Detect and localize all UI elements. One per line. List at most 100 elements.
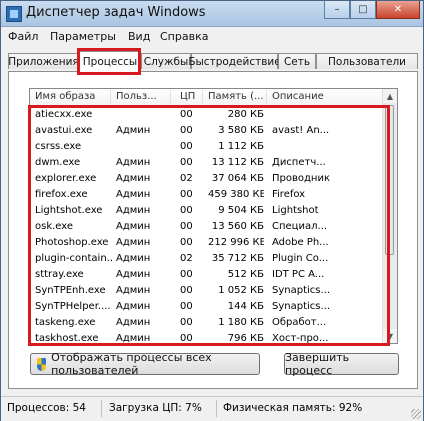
tab-processes[interactable]: Процессы [79, 51, 141, 72]
table-row[interactable]: Photoshop.exe Админ 00 212 996 КБ Adobe Ph..… [30, 235, 385, 251]
menu-help[interactable]: Справка [160, 30, 208, 43]
cell-description: Plugin Co... [272, 253, 329, 264]
cell-cpu: 00 [180, 221, 193, 232]
status-bar: Процессов: 54 Загрузка ЦП: 7% Физическая… [1, 396, 423, 421]
menu-bar: Файл Параметры Вид Справка [1, 27, 423, 47]
cell-description: IDT PC A... [272, 269, 325, 280]
cell-cpu: 02 [180, 253, 193, 264]
cell-description: Synaptics... [272, 285, 331, 296]
table-row[interactable]: csrss.exe 00 1 112 КБ [30, 139, 385, 155]
table-row[interactable]: dwm.exe Админ 00 13 112 КБ Диспетч... [30, 155, 385, 171]
scroll-down-icon[interactable]: ▼ [383, 329, 397, 343]
cell-memory: 35 712 КБ [211, 253, 264, 264]
menu-file[interactable]: Файл [8, 30, 38, 43]
window-controls: – □ ✕ [324, 1, 420, 20]
table-row[interactable]: taskeng.exe Админ 00 1 180 КБ Обработ... [30, 315, 385, 331]
cell-image-name: SynTPEnh.exe [35, 285, 106, 296]
end-process-button[interactable]: Завершить процесс [284, 351, 399, 377]
title-bar[interactable]: Диспетчер задач Windows – □ ✕ [1, 1, 423, 27]
resize-grip-icon[interactable] [411, 409, 421, 419]
table-row[interactable]: atiecxx.exe 00 280 КБ [30, 107, 385, 123]
table-row[interactable]: firefox.exe Админ 00 459 380 КБ Firefox [30, 187, 385, 203]
cell-user: Админ [116, 333, 151, 344]
cell-cpu: 02 [180, 173, 193, 184]
tab-performance[interactable]: Быстродействие [188, 53, 281, 69]
task-manager-icon [6, 6, 22, 22]
minimize-button[interactable]: – [324, 1, 350, 19]
cell-image-name: Lightshot.exe [35, 205, 103, 216]
menu-view[interactable]: Вид [128, 30, 150, 43]
table-row[interactable]: explorer.exe Админ 02 37 064 КБ Проводник [30, 171, 385, 187]
cell-memory: 512 КБ [227, 269, 264, 280]
cell-memory: 13 560 КБ [211, 221, 264, 232]
cell-description: Диспетч... [272, 157, 326, 168]
cell-user: Админ [116, 221, 151, 232]
cell-image-name: osk.exe [35, 221, 74, 232]
process-list: Имя образа Польз... ЦП Память (... Описа… [29, 88, 398, 344]
cell-user: Админ [116, 237, 151, 248]
table-row[interactable]: SynTPEnh.exe Админ 00 1 052 КБ Synaptics... [30, 283, 385, 299]
cell-cpu: 00 [180, 205, 193, 216]
cell-user: Админ [116, 205, 151, 216]
cell-image-name: Photoshop.exe [35, 237, 109, 248]
table-row[interactable]: taskhost.exe Админ 00 796 КБ Хост-про... [30, 331, 385, 344]
cell-memory: 9 504 КБ [218, 205, 264, 216]
table-row[interactable]: SynTPHelper.... Админ 00 144 КБ Synaptics... [30, 299, 385, 315]
scrollbar-thumb[interactable] [385, 105, 394, 255]
cell-description: Специал... [272, 221, 328, 232]
cell-user: Админ [116, 173, 151, 184]
cell-image-name: plugin-contain... [35, 253, 113, 264]
table-row[interactable]: Lightshot.exe Админ 00 9 504 КБ Lightshot [30, 203, 385, 219]
column-image-name[interactable]: Имя образа [35, 91, 95, 102]
table-row[interactable]: plugin-contain... Админ 02 35 712 КБ Plugin … [30, 251, 385, 267]
status-physical-memory: Физическая память: 92% [223, 402, 363, 414]
table-row[interactable]: avastui.exe Админ 00 3 580 КБ avast! An... [30, 123, 385, 139]
menu-options[interactable]: Параметры [50, 30, 116, 43]
cell-image-name: explorer.exe [35, 173, 97, 184]
cell-image-name: taskhost.exe [35, 333, 99, 344]
cell-user: Админ [116, 269, 151, 280]
tab-applications[interactable]: Приложения [8, 53, 79, 69]
cell-image-name: sttray.exe [35, 269, 84, 280]
column-separator[interactable] [266, 90, 267, 105]
cell-memory: 1 112 КБ [218, 141, 264, 152]
tab-network[interactable]: Сеть [278, 53, 316, 69]
cell-image-name: atiecxx.exe [35, 109, 93, 120]
cell-memory: 3 580 КБ [218, 125, 264, 136]
column-header-row: Имя образа Польз... ЦП Память (... Описа… [30, 89, 397, 107]
table-row[interactable]: sttray.exe Админ 00 512 КБ IDT PC A... [30, 267, 385, 283]
column-cpu[interactable]: ЦП [180, 91, 195, 102]
column-separator[interactable] [170, 90, 171, 105]
status-separator [101, 400, 102, 417]
cell-image-name: csrss.exe [35, 141, 82, 152]
cell-cpu: 00 [180, 109, 193, 120]
close-button[interactable]: ✕ [376, 1, 420, 19]
status-separator [216, 400, 217, 417]
tab-users[interactable]: Пользователи [316, 53, 418, 69]
cell-cpu: 00 [180, 189, 193, 200]
cell-description: Lightshot [272, 205, 319, 216]
scroll-up-icon[interactable]: ▲ [383, 89, 397, 103]
column-separator[interactable] [202, 90, 203, 105]
cell-user: Админ [116, 285, 151, 296]
column-separator[interactable] [110, 90, 111, 105]
show-all-users-button[interactable]: Отображать процессы всех пользователей [30, 351, 260, 377]
cell-user: Админ [116, 317, 151, 328]
cell-cpu: 00 [180, 157, 193, 168]
vertical-scrollbar[interactable]: ▲ ▼ [382, 89, 397, 343]
cell-cpu: 00 [180, 125, 193, 136]
cell-memory: 796 КБ [227, 333, 264, 344]
column-description[interactable]: Описание [272, 91, 324, 102]
cell-cpu: 00 [180, 333, 193, 344]
maximize-button[interactable]: □ [350, 1, 376, 19]
cell-image-name: taskeng.exe [35, 317, 96, 328]
table-row[interactable]: osk.exe Админ 00 13 560 КБ Специал... [30, 219, 385, 235]
column-memory[interactable]: Память (... [208, 91, 264, 102]
status-cpu-load: Загрузка ЦП: 7% [109, 402, 202, 414]
cell-memory: 459 380 КБ [208, 189, 264, 200]
cell-description: Хост-про... [272, 333, 329, 344]
column-user[interactable]: Польз... [116, 91, 157, 102]
cell-memory: 212 996 КБ [208, 237, 264, 248]
cell-cpu: 00 [180, 237, 193, 248]
tab-services[interactable]: Службы [141, 53, 191, 69]
